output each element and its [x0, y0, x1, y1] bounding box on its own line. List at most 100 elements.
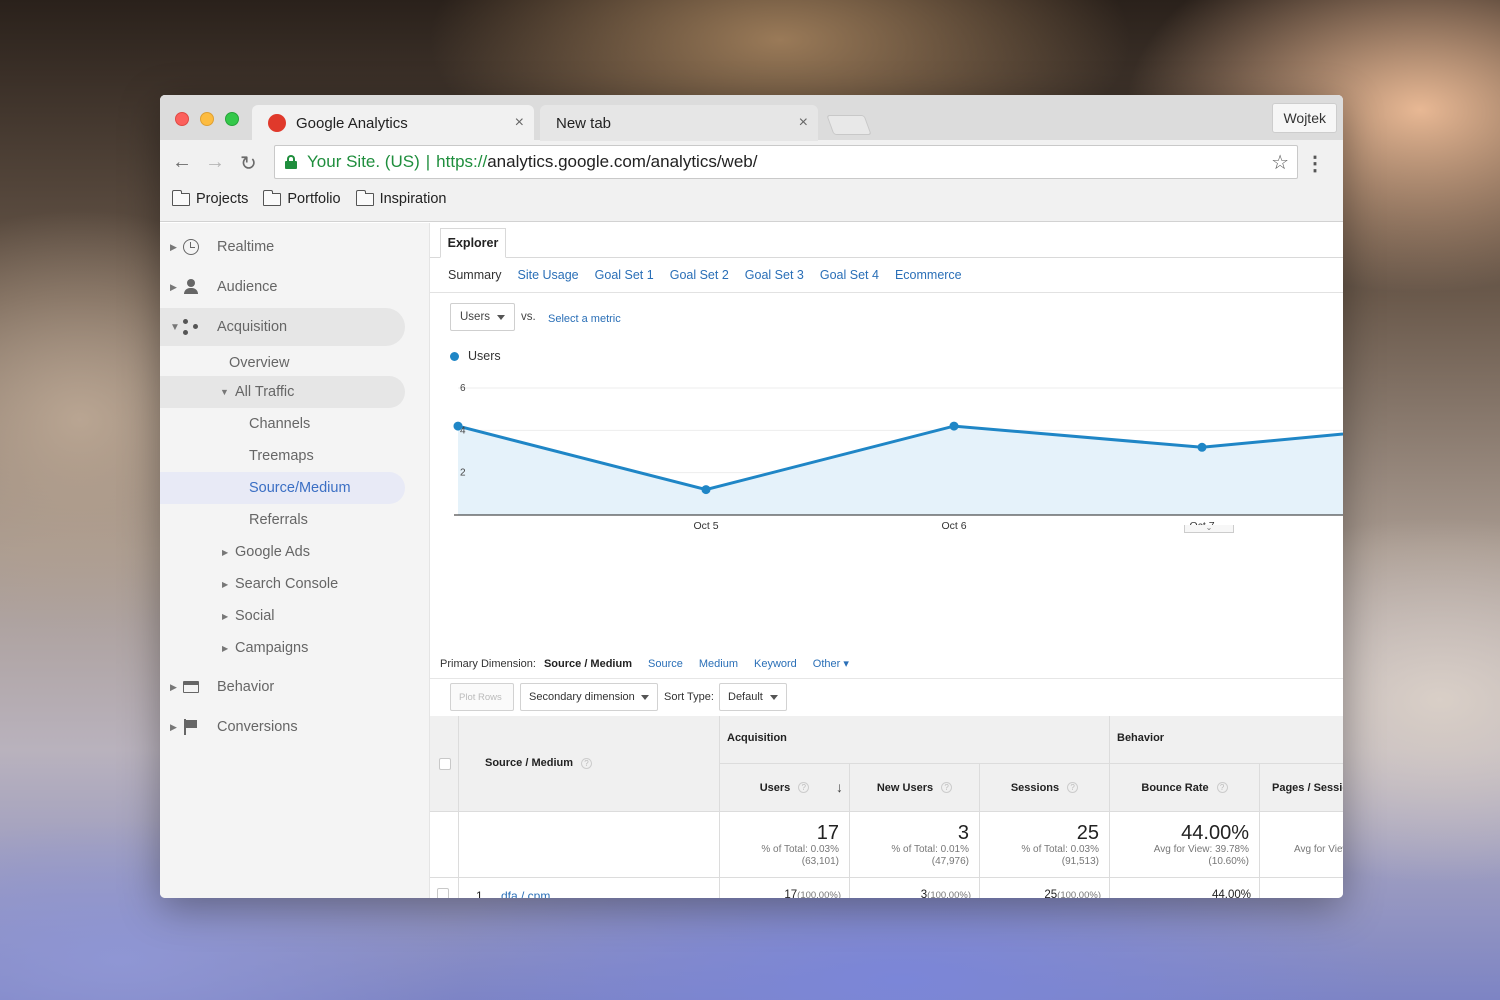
- help-icon[interactable]: ?: [1216, 782, 1228, 793]
- subtab-goal-set-4[interactable]: Goal Set 4: [820, 268, 879, 282]
- sidebar-label: Treemaps: [249, 448, 314, 464]
- header-label: New Users: [876, 781, 934, 794]
- primary-dimension-source[interactable]: Source: [648, 658, 683, 670]
- subtab-goal-set-1[interactable]: Goal Set 1: [595, 268, 654, 282]
- sidebar-item-source-medium[interactable]: Source/Medium: [160, 472, 405, 504]
- sidebar-item-behavior[interactable]: ▶ Behavior: [160, 668, 405, 706]
- row-value: 17(100.00%): [784, 889, 841, 898]
- select-all-checkbox[interactable]: [439, 758, 451, 770]
- sidebar-item-referrals[interactable]: Referrals: [160, 504, 405, 536]
- sidebar-item-channels[interactable]: Channels: [160, 408, 405, 440]
- sort-type-label: Sort Type:: [664, 691, 714, 703]
- primary-dimension-keyword[interactable]: Keyword: [754, 658, 797, 670]
- header-group-behavior: Behavior: [1110, 716, 1343, 764]
- header-bounce-rate[interactable]: Bounce Rate ?: [1110, 764, 1260, 812]
- header-dimension[interactable]: Source / Medium ?: [459, 716, 720, 812]
- users-line-chart[interactable]: 642 Oct 5Oct 6Oct 7: [430, 373, 1343, 543]
- tab-close-icon[interactable]: ×: [515, 114, 524, 132]
- subtab-goal-set-2[interactable]: Goal Set 2: [670, 268, 729, 282]
- sort-type-dropdown[interactable]: Default: [719, 683, 787, 711]
- reload-icon[interactable]: ↻: [240, 151, 257, 176]
- bookmark-projects[interactable]: Projects: [172, 189, 248, 207]
- row-source-medium-link[interactable]: dfa / cpm: [501, 889, 550, 898]
- primary-dimension-other[interactable]: Other ▾: [813, 657, 849, 670]
- header-users[interactable]: Users ? ↓: [720, 764, 850, 812]
- select-metric-link[interactable]: Select a metric: [548, 313, 621, 325]
- sidebar-label: Google Ads: [235, 544, 310, 560]
- primary-dimension-medium[interactable]: Medium: [699, 658, 738, 670]
- sidebar-label: Behavior: [217, 679, 275, 695]
- back-arrow-icon[interactable]: ←: [172, 151, 192, 174]
- caret-right-icon: ▶: [170, 281, 177, 292]
- header-label: Users: [759, 781, 791, 794]
- tab-divider: [430, 257, 1343, 258]
- header-pages-session[interactable]: Pages / Session: [1260, 764, 1343, 812]
- chart-legend: Users: [450, 349, 501, 363]
- total-value: 44.00%: [1181, 822, 1249, 844]
- help-icon[interactable]: ?: [798, 782, 810, 793]
- analytics-favicon-icon: [268, 114, 286, 132]
- subtab-ecommerce[interactable]: Ecommerce: [895, 268, 962, 282]
- caret-right-icon: ▶: [170, 681, 177, 692]
- bookmark-portfolio[interactable]: Portfolio: [263, 189, 341, 207]
- chart-data-point[interactable]: [701, 485, 711, 495]
- new-tab-button[interactable]: [826, 115, 872, 135]
- header-group-acquisition: Acquisition: [720, 716, 1110, 764]
- help-icon[interactable]: ?: [581, 757, 593, 769]
- sidebar-item-audience[interactable]: ▶ Audience: [160, 268, 405, 306]
- total-users: 17 % of Total: 0.03% (63,101): [720, 812, 850, 878]
- person-icon: [182, 278, 200, 296]
- sidebar-item-google-ads[interactable]: ▶ Google Ads: [160, 536, 405, 568]
- total-subtext: Avg for View: 39.78% (10.60%): [1154, 844, 1249, 868]
- row-percent: (100.00%): [797, 890, 841, 898]
- bookmark-star-icon[interactable]: ☆: [1271, 150, 1289, 175]
- sidebar-item-conversions[interactable]: ▶ Conversions: [160, 708, 405, 746]
- forward-arrow-icon[interactable]: →: [205, 151, 225, 174]
- sidebar-item-realtime[interactable]: ▶ Realtime: [160, 228, 405, 266]
- behavior-icon: [182, 678, 200, 696]
- total-pages-session: Avg for View: [1260, 812, 1343, 878]
- sidebar-label: Social: [235, 608, 275, 624]
- maximize-window-button[interactable]: [225, 112, 239, 126]
- help-icon[interactable]: ?: [1067, 782, 1079, 793]
- header-new-users[interactable]: New Users ?: [850, 764, 980, 812]
- total-subtext-line: Avg for View: 39.78%: [1153, 844, 1249, 855]
- total-subtext-line: Avg for View: [1294, 844, 1343, 855]
- chart-zoom-handle[interactable]: ⌄: [1184, 524, 1234, 533]
- bookmark-inspiration[interactable]: Inspiration: [355, 189, 447, 207]
- sidebar-label: Source/Medium: [249, 480, 351, 496]
- tab-google-analytics[interactable]: Google Analytics ×: [252, 105, 534, 141]
- tab-new-tab[interactable]: New tab ×: [540, 105, 818, 141]
- sidebar-item-acquisition[interactable]: ▼ Acquisition: [160, 308, 405, 346]
- header-checkbox-cell: [430, 716, 459, 812]
- header-label: Pages / Session: [1272, 782, 1343, 794]
- total-new-users: 3 % of Total: 0.01% (47,976): [850, 812, 980, 878]
- help-icon[interactable]: ?: [941, 782, 953, 793]
- row-checkbox[interactable]: [437, 888, 449, 898]
- plot-rows-button[interactable]: Plot Rows: [450, 683, 514, 711]
- metric-dropdown[interactable]: Users: [450, 303, 515, 331]
- y-tick-label: 4: [460, 425, 466, 436]
- subtab-goal-set-3[interactable]: Goal Set 3: [745, 268, 804, 282]
- sidebar-item-campaigns[interactable]: ▶ Campaigns: [160, 632, 405, 664]
- subtab-summary[interactable]: Summary: [448, 268, 501, 282]
- chart-data-point[interactable]: [1197, 442, 1207, 452]
- bookmark-label: Inspiration: [379, 191, 447, 207]
- sidebar-item-social[interactable]: ▶ Social: [160, 600, 405, 632]
- sidebar-item-treemaps[interactable]: Treemaps: [160, 440, 405, 472]
- minimize-window-button[interactable]: [200, 112, 214, 126]
- sidebar-item-all-traffic[interactable]: ▼ All Traffic: [160, 376, 405, 408]
- tab-explorer[interactable]: Explorer: [440, 228, 506, 258]
- sort-down-arrow-icon[interactable]: ↓: [836, 779, 843, 795]
- sidebar-item-search-console[interactable]: ▶ Search Console: [160, 568, 405, 600]
- subtab-site-usage[interactable]: Site Usage: [517, 268, 578, 282]
- chart-data-point[interactable]: [949, 421, 959, 431]
- header-sessions[interactable]: Sessions ?: [980, 764, 1110, 812]
- secondary-dimension-dropdown[interactable]: Secondary dimension: [520, 683, 658, 711]
- browser-menu-icon[interactable]: ⋮: [1305, 151, 1325, 176]
- address-bar[interactable]: Your Site. (US) | https://analytics.goog…: [274, 145, 1298, 179]
- profile-button[interactable]: Wojtek: [1272, 103, 1337, 133]
- tab-close-icon[interactable]: ×: [799, 114, 808, 132]
- close-window-button[interactable]: [175, 112, 189, 126]
- vs-label: vs.: [521, 311, 536, 323]
